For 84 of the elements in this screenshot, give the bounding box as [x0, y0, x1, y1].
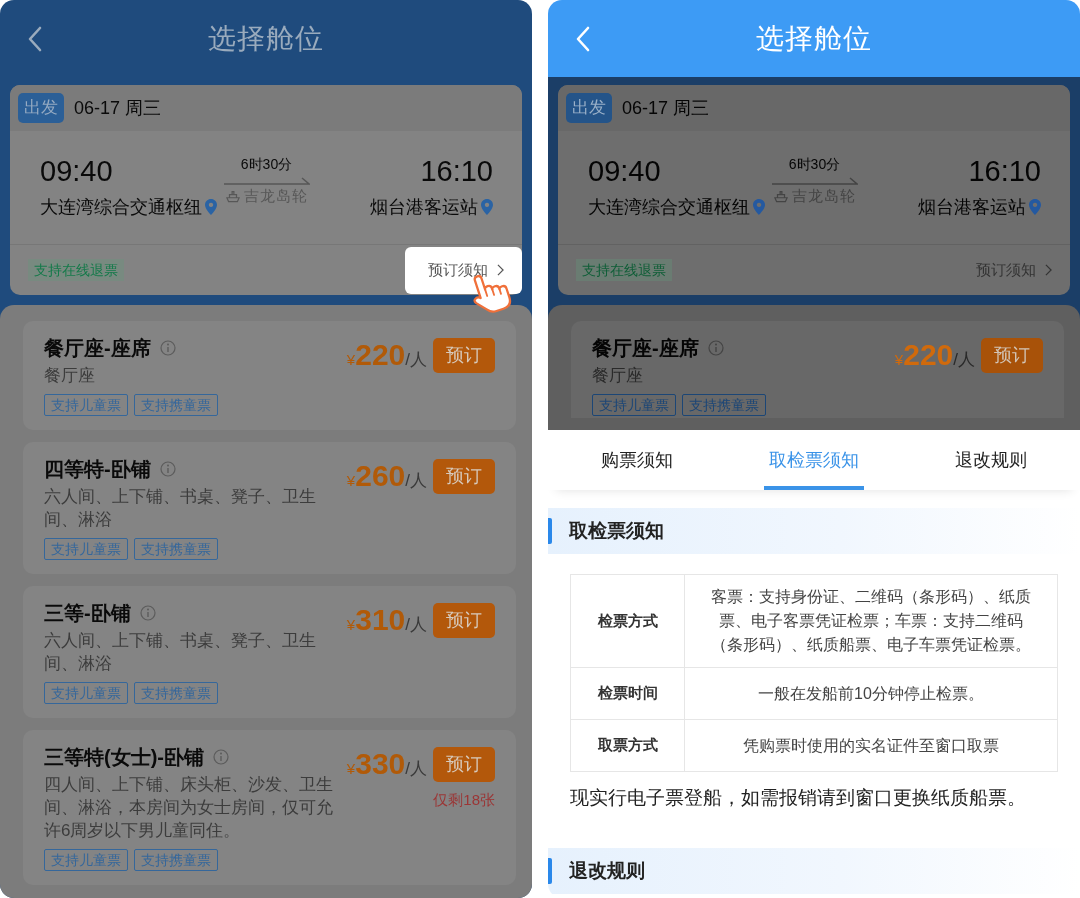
- ticket-tag: 支持儿童票: [592, 394, 676, 416]
- ticket-tag: 支持携童票: [134, 538, 218, 560]
- price-amount: 220: [903, 337, 954, 373]
- cabin-name: 三等特(女士)-卧铺: [44, 744, 204, 770]
- arrival-time: 16:10: [968, 154, 1041, 188]
- book-button[interactable]: 预订: [433, 602, 495, 638]
- notice-tab[interactable]: 退改规则: [950, 430, 1033, 490]
- price-unit: /人: [405, 615, 427, 636]
- arrival-station: 烟台港客运站: [370, 196, 478, 219]
- ticket-tag: 支持携童票: [134, 682, 218, 704]
- location-pin-icon[interactable]: [753, 199, 765, 215]
- departure-time: 09:40: [40, 154, 113, 188]
- price-unit: /人: [405, 471, 427, 492]
- page-title: 选择舱位: [207, 21, 325, 56]
- notice-tab[interactable]: 取检票须知: [764, 430, 864, 490]
- price-currency: ¥: [346, 760, 356, 777]
- price-unit: /人: [405, 759, 427, 780]
- departure-station: 大连湾综合交通枢纽: [588, 196, 750, 219]
- table-value-cell: 客票：支持身份证、二维码（条形码）、纸质票、电子客票凭证检票；车票：支持二维码（条形码）、纸质船票、电子车票凭证检票。: [684, 574, 1058, 668]
- info-icon[interactable]: [213, 749, 229, 765]
- info-icon[interactable]: [159, 340, 176, 356]
- boarding-note: 现实行电子票登船，如需报销请到窗口更换纸质船票。: [570, 786, 1027, 810]
- price-currency: ¥: [894, 351, 904, 368]
- ship-icon: [773, 189, 788, 203]
- info-icon[interactable]: [707, 340, 724, 356]
- cabin-name: 餐厅座-座席: [592, 335, 699, 361]
- cabin-description: 六人间、上下铺、书桌、凳子、卫生间、淋浴: [44, 486, 317, 531]
- refund-tag: 支持在线退票: [576, 259, 672, 281]
- table-label-cell: 检票时间: [570, 667, 685, 720]
- table-label-cell: 检票方式: [570, 574, 685, 668]
- trip-duration: 6时30分: [240, 155, 293, 174]
- price-currency: ¥: [346, 351, 356, 368]
- book-button[interactable]: 预订: [981, 337, 1043, 373]
- location-pin-icon[interactable]: [205, 199, 217, 215]
- ticket-tag: 支持儿童票: [44, 394, 128, 416]
- info-icon[interactable]: [139, 605, 156, 621]
- price-currency: ¥: [346, 472, 356, 489]
- back-icon[interactable]: [27, 25, 43, 52]
- table-value-cell: 一般在发船前10分钟停止检票。: [684, 667, 1058, 720]
- trip-duration: 6时30分: [788, 155, 841, 174]
- ship-icon: [225, 189, 240, 203]
- chevron-right-icon: [1045, 264, 1052, 276]
- cabin-description: 六人间、上下铺、书桌、凳子、卫生间、淋浴: [44, 630, 317, 675]
- table-value-cell: 凭购票时使用的实名证件至窗口取票: [684, 719, 1058, 772]
- cabin-description: 四人间、上下铺、床头柜、沙发、卫生间、淋浴，本房间为女士房间，仅可允许6周岁以下男儿童同住。: [44, 774, 334, 842]
- ticket-tag: 支持儿童票: [44, 682, 128, 704]
- price-amount: 330: [355, 746, 406, 782]
- location-pin-icon[interactable]: [481, 199, 493, 215]
- notice-link[interactable]: 预订须知: [953, 246, 1070, 294]
- ticket-tag: 支持携童票: [134, 394, 218, 416]
- arrival-time: 16:10: [420, 154, 493, 188]
- travel-date: 06-17 周三: [74, 97, 162, 120]
- cabin-name: 餐厅座-座席: [44, 335, 151, 361]
- ticket-tag: 支持携童票: [134, 849, 218, 871]
- price-amount: 260: [355, 458, 406, 494]
- refund-tag: 支持在线退票: [28, 259, 124, 281]
- cabin-description: 餐厅座: [592, 365, 644, 387]
- page-title: 选择舱位: [755, 21, 873, 56]
- arrival-station: 烟台港客运站: [918, 196, 1026, 219]
- cabin-name: 四等特-卧铺: [44, 456, 151, 482]
- location-pin-icon[interactable]: [1029, 199, 1041, 215]
- info-icon[interactable]: [159, 461, 176, 477]
- departure-tag: 出发: [566, 93, 612, 123]
- stock-note: 仅剩18张: [433, 791, 495, 810]
- departure-station: 大连湾综合交通枢纽: [40, 196, 202, 219]
- price-currency: ¥: [346, 616, 356, 633]
- price-amount: 310: [355, 602, 406, 638]
- cabin-description: 餐厅座: [44, 365, 96, 387]
- book-button[interactable]: 预订: [433, 458, 495, 494]
- ticket-tag: 支持携童票: [682, 394, 766, 416]
- cabin-name: 三等-卧铺: [44, 600, 131, 626]
- chevron-right-icon: [497, 264, 504, 276]
- ticket-tag: 支持儿童票: [44, 538, 128, 560]
- travel-date: 06-17 周三: [622, 97, 710, 120]
- ticket-tag: 支持儿童票: [44, 849, 128, 871]
- departure-time: 09:40: [588, 154, 661, 188]
- departure-tag: 出发: [18, 93, 64, 123]
- book-button[interactable]: 预订: [433, 337, 495, 373]
- price-unit: /人: [953, 350, 975, 371]
- notice-tab[interactable]: 购票须知: [595, 430, 678, 490]
- price-amount: 220: [355, 337, 406, 373]
- price-unit: /人: [405, 350, 427, 371]
- table-label-cell: 取票方式: [570, 719, 685, 772]
- book-button[interactable]: 预订: [433, 746, 495, 782]
